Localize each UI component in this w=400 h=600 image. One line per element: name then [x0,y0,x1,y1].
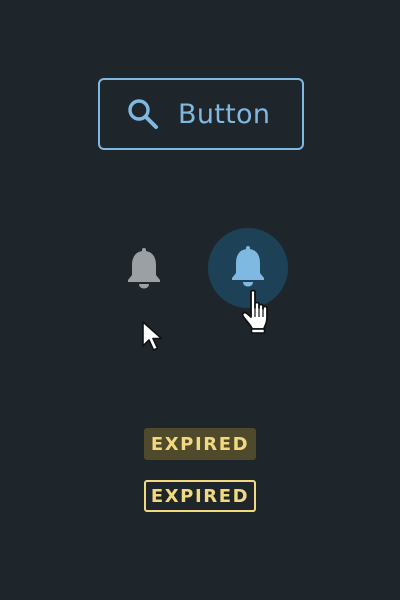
bell-button[interactable] [124,246,164,290]
bell-icon [128,248,160,289]
expired-badge-outline: EXPIRED [144,480,256,512]
bell-icon [232,246,264,287]
search-button[interactable]: Button [98,78,304,150]
hand-pointer-icon [238,288,278,334]
search-button-label: Button [178,98,271,130]
expired-badge-filled: EXPIRED [144,428,256,460]
search-icon [126,97,160,131]
arrow-pointer-icon [141,320,169,354]
